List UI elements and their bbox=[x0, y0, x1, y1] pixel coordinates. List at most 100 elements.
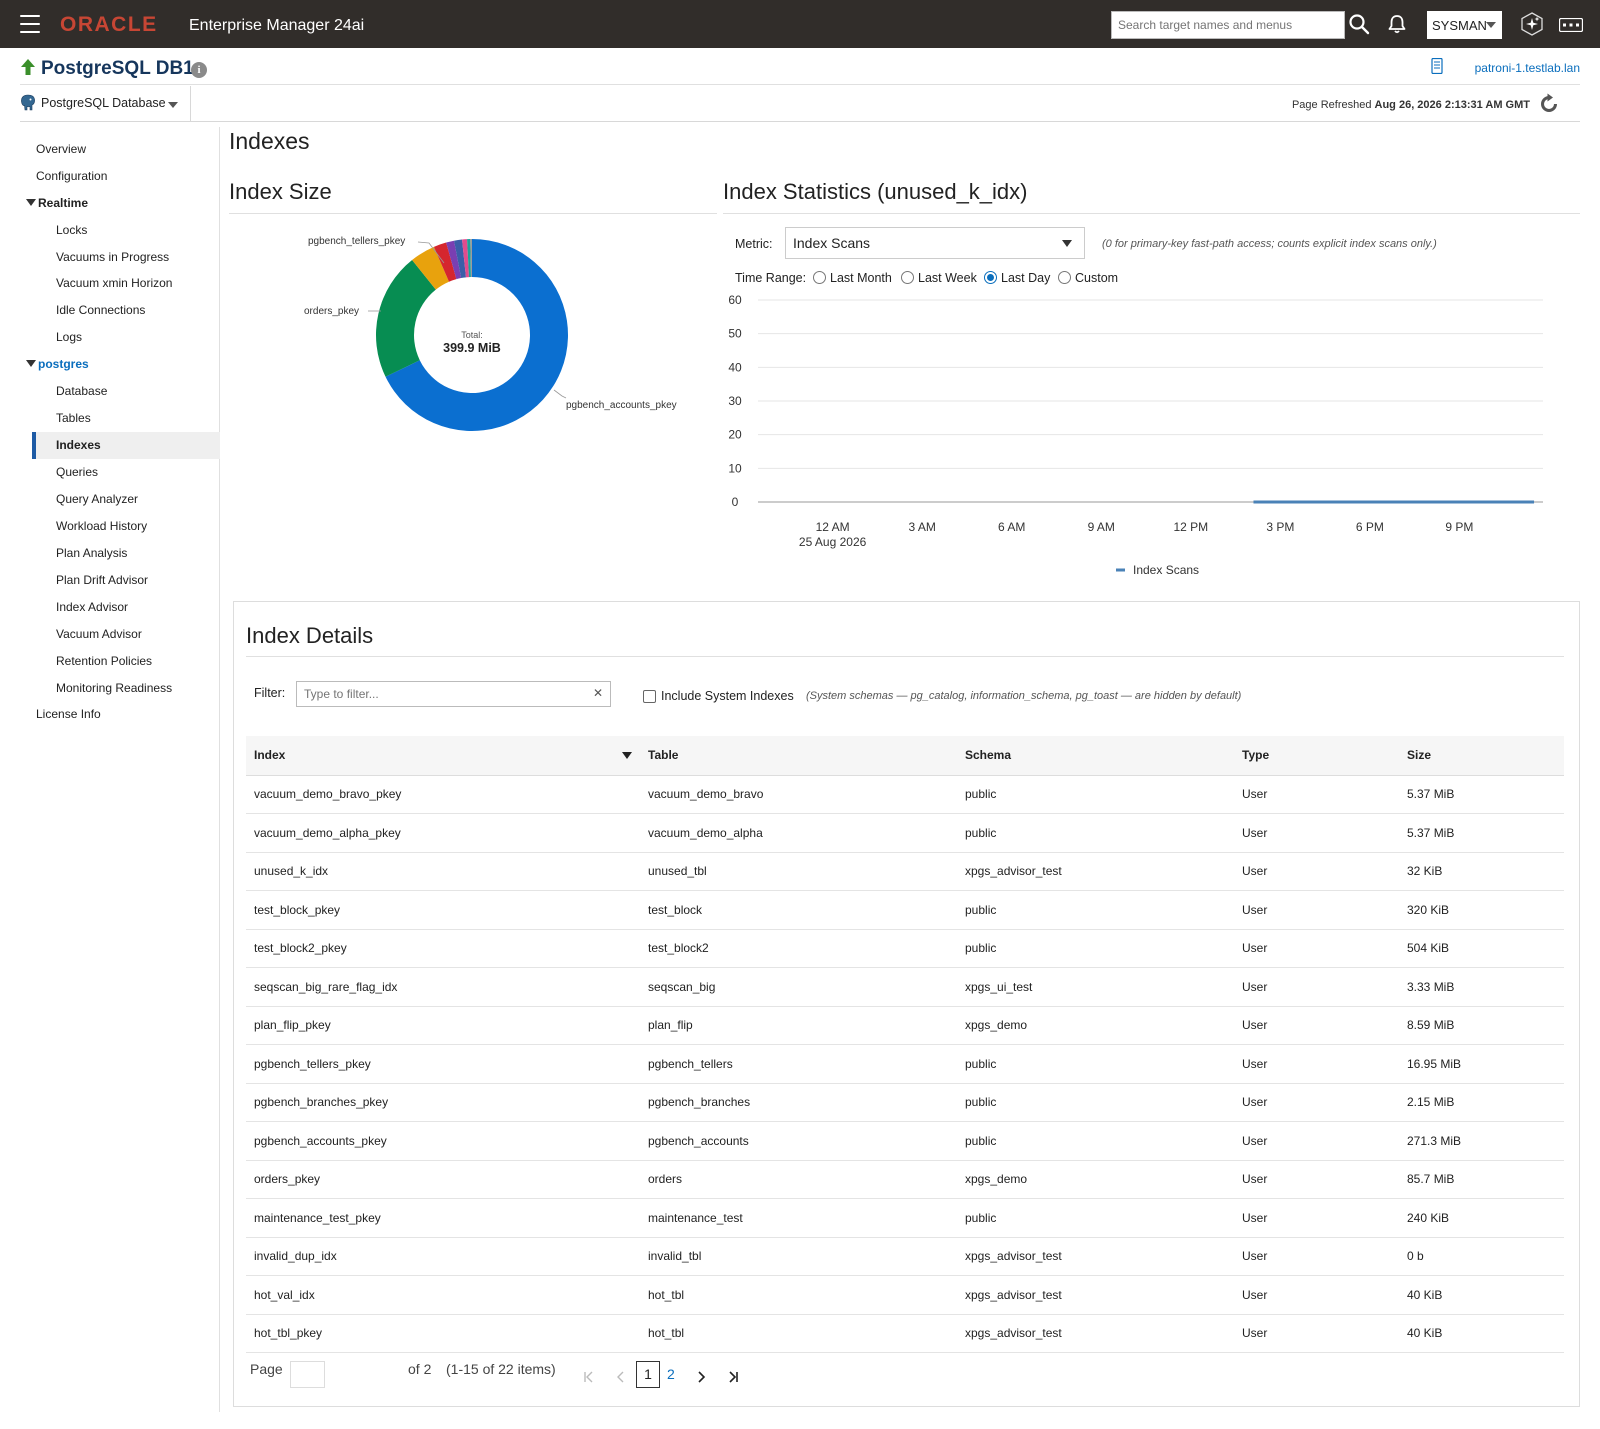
postgresql-elephant-icon bbox=[21, 94, 35, 111]
sort-descending-icon[interactable] bbox=[622, 752, 632, 759]
time-range-radio-last-month[interactable] bbox=[813, 271, 826, 284]
target-search-input[interactable] bbox=[1111, 11, 1345, 39]
schema-cell: public bbox=[957, 1121, 1234, 1161]
sidebar-item-indexes[interactable]: Indexes bbox=[56, 438, 101, 452]
sidebar-item-overview[interactable]: Overview bbox=[36, 142, 86, 156]
table-row[interactable]: unused_k_idx unused_tbl xpgs_advisor_test U… bbox=[246, 852, 1564, 891]
time-range-option-label[interactable]: Last Month bbox=[830, 271, 892, 285]
filter-input[interactable] bbox=[296, 681, 611, 707]
sidebar-group-postgres[interactable]: postgres bbox=[26, 357, 89, 371]
target-title: PostgreSQL DB1 bbox=[41, 58, 194, 79]
table-name-cell: hot_tbl bbox=[640, 1275, 957, 1315]
sidebar-item-retention-policies[interactable]: Retention Policies bbox=[56, 654, 152, 668]
pager-page-label: Page bbox=[250, 1361, 283, 1377]
pager-of-label: of 2 bbox=[408, 1361, 432, 1377]
current-page-button[interactable]: 1 bbox=[636, 1361, 660, 1388]
sidebar-item-vacuum-xmin-horizon[interactable]: Vacuum xmin Horizon bbox=[56, 276, 172, 290]
time-range-option-label[interactable]: Last Day bbox=[1001, 271, 1050, 285]
keyboard-icon[interactable] bbox=[1559, 18, 1583, 32]
hamburger-menu-icon[interactable] bbox=[20, 15, 40, 33]
table-name-cell: pgbench_tellers bbox=[640, 1044, 957, 1084]
time-range-radio-last-week[interactable] bbox=[901, 271, 914, 284]
ai-assistant-icon[interactable] bbox=[1520, 12, 1544, 36]
table-row[interactable]: pgbench_branches_pkey pgbench_branches pub… bbox=[246, 1083, 1564, 1122]
page-2-link[interactable]: 2 bbox=[667, 1366, 675, 1382]
y-tick-label: 10 bbox=[728, 461, 742, 475]
column-header-table[interactable]: Table bbox=[640, 736, 957, 776]
sidebar-group-label: Realtime bbox=[38, 196, 89, 210]
table-row[interactable]: hot_val_idx hot_tbl xpgs_advisor_test User 4… bbox=[246, 1275, 1564, 1315]
table-row[interactable]: seqscan_big_rare_flag_idx seqscan_big xpgs… bbox=[246, 967, 1564, 1007]
info-icon[interactable]: i bbox=[191, 62, 207, 78]
schema-cell: xpgs_ui_test bbox=[957, 967, 1234, 1007]
sidebar-item-tables[interactable]: Tables bbox=[56, 411, 91, 425]
index-size-title: Index Size bbox=[229, 179, 332, 204]
table-row[interactable]: hot_tbl_pkey hot_tbl xpgs_advisor_test User… bbox=[246, 1314, 1564, 1353]
table-row[interactable]: vacuum_demo_bravo_pkey vacuum_demo_bravo p… bbox=[246, 775, 1564, 814]
target-type-menu[interactable]: PostgreSQL Database bbox=[20, 92, 190, 120]
refresh-icon[interactable] bbox=[1538, 93, 1560, 115]
sidebar-item-locks[interactable]: Locks bbox=[56, 223, 87, 237]
metric-select[interactable]: Index Scans bbox=[785, 227, 1085, 259]
x-tick-label: 6 AM bbox=[998, 520, 1025, 534]
table-row[interactable]: pgbench_tellers_pkey pgbench_tellers publi… bbox=[246, 1044, 1564, 1084]
sidebar-item-index-advisor[interactable]: Index Advisor bbox=[56, 600, 128, 614]
table-row[interactable]: vacuum_demo_alpha_pkey vacuum_demo_alpha p… bbox=[246, 813, 1564, 853]
sidebar-item-database[interactable]: Database bbox=[56, 384, 107, 398]
type-cell: User bbox=[1234, 967, 1399, 1007]
column-header-schema[interactable]: Schema bbox=[957, 736, 1234, 776]
user-name: SYSMAN bbox=[1432, 18, 1487, 33]
page-number-input[interactable] bbox=[290, 1361, 325, 1388]
schema-cell: public bbox=[957, 1044, 1234, 1084]
time-range-radio-last-day[interactable] bbox=[984, 271, 997, 284]
table-name-cell: orders bbox=[640, 1160, 957, 1199]
sidebar-item-idle-connections[interactable]: Idle Connections bbox=[56, 303, 145, 317]
include-system-indexes-checkbox[interactable] bbox=[643, 690, 656, 703]
time-range-option-label[interactable]: Custom bbox=[1075, 271, 1118, 285]
type-cell: User bbox=[1234, 1160, 1399, 1199]
previous-page-icon[interactable] bbox=[615, 1371, 627, 1383]
legend-label[interactable]: Index Scans bbox=[1133, 563, 1199, 577]
target-menu-row: PostgreSQL Database Page Refreshed Aug 2… bbox=[20, 86, 1580, 122]
column-header-type[interactable]: Type bbox=[1234, 736, 1399, 776]
table-row[interactable]: plan_flip_pkey plan_flip xpgs_demo User 8.59… bbox=[246, 1006, 1564, 1045]
sidebar-item-workload-history[interactable]: Workload History bbox=[56, 519, 147, 533]
next-page-icon[interactable] bbox=[695, 1371, 707, 1383]
sidebar-item-vacuum-advisor[interactable]: Vacuum Advisor bbox=[56, 627, 142, 641]
user-menu-button[interactable]: SYSMAN bbox=[1427, 11, 1502, 39]
sidebar-item-queries[interactable]: Queries bbox=[56, 465, 98, 479]
time-range-radio-custom[interactable] bbox=[1058, 271, 1071, 284]
clear-filter-icon[interactable]: ✕ bbox=[593, 686, 603, 700]
table-row[interactable]: pgbench_accounts_pkey pgbench_accounts pub… bbox=[246, 1121, 1564, 1161]
index-name-cell: hot_tbl_pkey bbox=[246, 1314, 640, 1353]
table-row[interactable]: test_block2_pkey test_block2 public User 504… bbox=[246, 929, 1564, 968]
table-row[interactable]: test_block_pkey test_block public User 320 K… bbox=[246, 890, 1564, 930]
table-name-cell: pgbench_accounts bbox=[640, 1121, 957, 1161]
first-page-icon[interactable] bbox=[583, 1371, 595, 1383]
sidebar-item-monitoring-readiness[interactable]: Monitoring Readiness bbox=[56, 681, 172, 695]
table-row[interactable]: orders_pkey orders xpgs_demo User 85.7 MiB bbox=[246, 1160, 1564, 1199]
index-name-cell: vacuum_demo_alpha_pkey bbox=[246, 813, 640, 853]
sidebar-item-vacuums-in-progress[interactable]: Vacuums in Progress bbox=[56, 250, 169, 264]
include-system-indexes-label[interactable]: Include System Indexes bbox=[661, 689, 794, 703]
search-icon[interactable] bbox=[1348, 13, 1370, 35]
notifications-bell-icon[interactable] bbox=[1386, 13, 1408, 35]
column-header-index[interactable]: Index bbox=[246, 736, 640, 776]
table-name-cell: plan_flip bbox=[640, 1006, 957, 1045]
sidebar-item-configuration[interactable]: Configuration bbox=[36, 169, 107, 183]
last-page-icon[interactable] bbox=[727, 1371, 739, 1383]
host-link[interactable]: patroni-1.testlab.lan bbox=[1475, 61, 1580, 75]
schema-cell: xpgs_advisor_test bbox=[957, 852, 1234, 891]
sidebar-item-logs[interactable]: Logs bbox=[56, 330, 82, 344]
time-range-option-label[interactable]: Last Week bbox=[918, 271, 977, 285]
sidebar-item-plan-analysis[interactable]: Plan Analysis bbox=[56, 546, 127, 560]
table-row[interactable]: maintenance_test_pkey maintenance_test pub… bbox=[246, 1198, 1564, 1238]
column-header-size[interactable]: Size bbox=[1399, 736, 1564, 776]
sidebar-item-query-analyzer[interactable]: Query Analyzer bbox=[56, 492, 138, 506]
sidebar: Overview Configuration Realtime Locks Va… bbox=[20, 127, 220, 1412]
donut-center-label: Total: bbox=[461, 330, 483, 340]
sidebar-item-license-info[interactable]: License Info bbox=[36, 707, 101, 721]
sidebar-group-realtime[interactable]: Realtime bbox=[26, 196, 88, 210]
table-row[interactable]: invalid_dup_idx invalid_tbl xpgs_advisor_t… bbox=[246, 1237, 1564, 1276]
sidebar-item-plan-drift-advisor[interactable]: Plan Drift Advisor bbox=[56, 573, 148, 587]
